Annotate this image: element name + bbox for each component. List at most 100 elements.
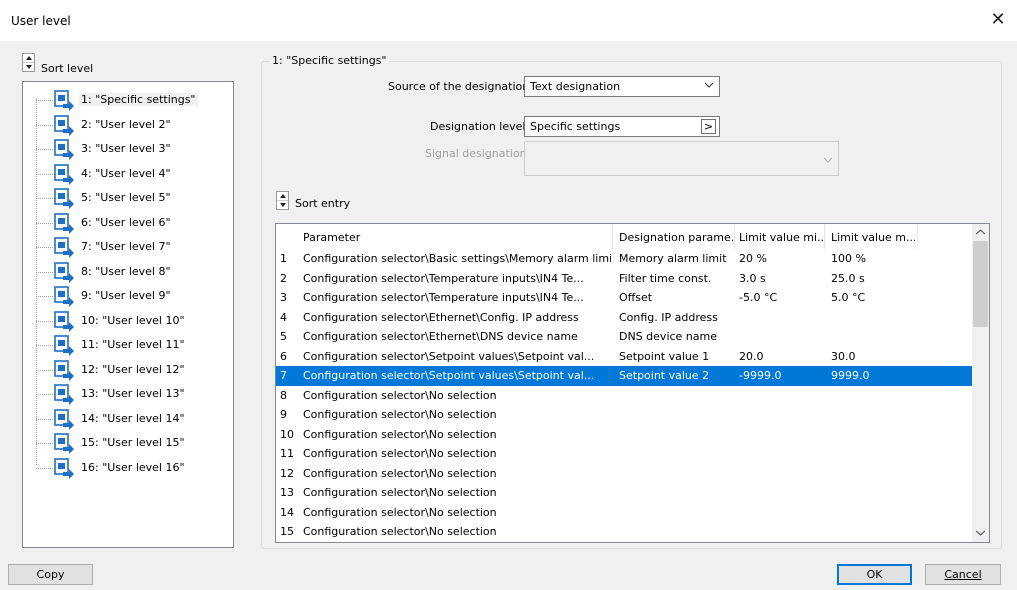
table-row[interactable]: 2 Configuration selector\Temperature inpu… — [276, 269, 973, 289]
user-level-icon — [54, 359, 74, 381]
limit-min-cell: 3.0 s — [739, 271, 766, 285]
parameter-table[interactable]: Parameter Designation parame... Limit va… — [275, 223, 990, 543]
tree-connector — [36, 173, 53, 175]
tree-item[interactable]: 13: "User level 13" — [23, 382, 228, 406]
column-header-limit-min[interactable]: Limit value mi... — [739, 231, 823, 244]
user-level-icon — [54, 139, 74, 160]
designation-level-label: Designation level: — [430, 120, 530, 133]
tree-item[interactable]: 6: "User level 6" — [23, 211, 228, 235]
limit-max-cell: 25.0 s — [831, 271, 865, 285]
sort-up-icon[interactable] — [23, 54, 34, 63]
parameter-cell: Configuration selector\Temperature input… — [303, 271, 584, 285]
ok-button[interactable]: OK — [837, 564, 912, 585]
tree-item[interactable]: 8: "User level 8" — [23, 260, 228, 284]
sort-level-spinner[interactable] — [22, 53, 35, 72]
designation-cell: Setpoint value 2 — [619, 369, 710, 382]
tree-item[interactable]: 3: "User level 3" — [23, 137, 228, 161]
sort-down-icon[interactable] — [277, 201, 288, 210]
limit-min-cell: 20.0 — [739, 349, 764, 363]
table-row[interactable]: 10 Configuration selector\No selection — [276, 425, 973, 445]
user-level-icon — [54, 163, 74, 185]
tree-item[interactable]: 14: "User level 14" — [23, 407, 228, 431]
designation-level-browse-button[interactable]: > — [701, 119, 716, 134]
user-level-tree[interactable]: 1: "Specific settings" 2: "User level 2" 3… — [22, 81, 234, 548]
table-row[interactable]: 5 Configuration selector\Ethernet\DNS dev… — [276, 327, 973, 347]
user-level-icon — [54, 310, 74, 332]
tree-connector — [36, 369, 53, 371]
table-row[interactable]: 8 Configuration selector\No selection — [276, 386, 973, 406]
tree-item[interactable]: 11: "User level 11" — [23, 333, 228, 357]
tree-item[interactable]: 9: "User level 9" — [23, 284, 228, 308]
user-level-icon — [54, 188, 74, 209]
scroll-down-button[interactable] — [972, 525, 989, 542]
scroll-up-button[interactable] — [972, 224, 989, 241]
user-level-icon — [54, 237, 74, 258]
user-level-icon — [54, 212, 74, 234]
parameter-cell: Configuration selector\No selection — [303, 427, 497, 441]
tree-item[interactable]: 5: "User level 5" — [23, 186, 228, 210]
tree-item[interactable]: 4: "User level 4" — [23, 162, 228, 186]
column-divider[interactable] — [917, 224, 918, 249]
parameter-cell: Configuration selector\No selection — [303, 408, 497, 421]
tree-item[interactable]: 10: "User level 10" — [23, 309, 228, 333]
tree-item-label: 13: "User level 13" — [81, 387, 185, 400]
table-row[interactable]: 12 Configuration selector\No selection — [276, 464, 973, 484]
table-row[interactable]: 4 Configuration selector\Ethernet\Config.… — [276, 308, 973, 328]
cancel-button[interactable]: Cancel — [925, 564, 1001, 585]
row-number: 14 — [280, 505, 294, 519]
row-number: 11 — [280, 447, 294, 460]
table-row[interactable]: 3 Configuration selector\Temperature inpu… — [276, 288, 973, 308]
row-number: 13 — [280, 486, 294, 499]
signal-designation-select — [524, 141, 839, 176]
column-divider[interactable] — [734, 224, 735, 249]
parameter-cell: Configuration selector\Temperature input… — [303, 291, 584, 304]
parameter-cell: Configuration selector\No selection — [303, 447, 497, 460]
table-vertical-scrollbar[interactable] — [972, 224, 989, 542]
tree-item[interactable]: 7: "User level 7" — [23, 235, 228, 259]
scroll-thumb[interactable] — [973, 241, 988, 327]
tree-item-label: 7: "User level 7" — [81, 240, 171, 253]
tree-item[interactable]: 2: "User level 2" — [23, 113, 228, 137]
column-header-parameter[interactable]: Parameter — [303, 231, 611, 244]
table-row[interactable]: 11 Configuration selector\No selection — [276, 444, 973, 464]
parameter-cell: Configuration selector\Setpoint values\S… — [303, 349, 595, 363]
tree-item[interactable]: 1: "Specific settings" — [23, 88, 228, 112]
table-row[interactable]: 14 Configuration selector\No selection — [276, 503, 973, 523]
cancel-button-label: Cancel — [944, 568, 982, 581]
close-icon[interactable]: ✕ — [987, 9, 1009, 31]
row-number: 1 — [280, 252, 287, 265]
table-header: Parameter Designation parame... Limit va… — [276, 224, 973, 249]
user-level-icon — [54, 384, 74, 405]
table-row[interactable]: 15 Configuration selector\No selection — [276, 522, 973, 542]
parameter-cell: Configuration selector\Setpoint values\S… — [303, 369, 595, 382]
parameter-cell: Configuration selector\Ethernet\DNS devi… — [303, 330, 578, 343]
column-header-designation[interactable]: Designation parame... — [619, 231, 733, 244]
copy-button[interactable]: Copy — [8, 564, 93, 585]
row-number: 4 — [280, 310, 287, 324]
sort-entry-spinner[interactable] — [276, 191, 289, 210]
row-number: 3 — [280, 291, 287, 304]
tree-connector — [36, 418, 53, 420]
column-divider[interactable] — [824, 224, 825, 249]
tree-connector — [36, 467, 53, 469]
tree-item[interactable]: 16: "User level 16" — [23, 456, 228, 480]
tree-connector — [36, 222, 53, 224]
column-header-limit-max[interactable]: Limit value m... — [831, 231, 915, 244]
parameter-cell: Configuration selector\Basic settings\Me… — [303, 252, 611, 265]
source-select[interactable]: Text designation — [524, 76, 720, 97]
table-row[interactable]: 9 Configuration selector\No selection — [276, 405, 973, 425]
table-row[interactable]: 13 Configuration selector\No selection — [276, 483, 973, 503]
sort-down-icon[interactable] — [23, 63, 34, 72]
column-divider[interactable] — [612, 224, 613, 249]
tree-item[interactable]: 15: "User level 15" — [23, 431, 228, 455]
tree-item-label: 8: "User level 8" — [81, 264, 171, 278]
tree-item[interactable]: 12: "User level 12" — [23, 358, 228, 382]
table-row[interactable]: 6 Configuration selector\Setpoint values\… — [276, 347, 973, 367]
limit-max-cell: 100 % — [831, 252, 866, 265]
table-row[interactable]: 1 Configuration selector\Basic settings\M… — [276, 249, 973, 269]
tree-item-label: 6: "User level 6" — [81, 215, 171, 229]
sort-up-icon[interactable] — [277, 192, 288, 201]
table-row[interactable]: 7 Configuration selector\Setpoint values\… — [276, 366, 973, 386]
parameter-cell: Configuration selector\No selection — [303, 486, 497, 499]
designation-cell: Offset — [619, 291, 653, 304]
